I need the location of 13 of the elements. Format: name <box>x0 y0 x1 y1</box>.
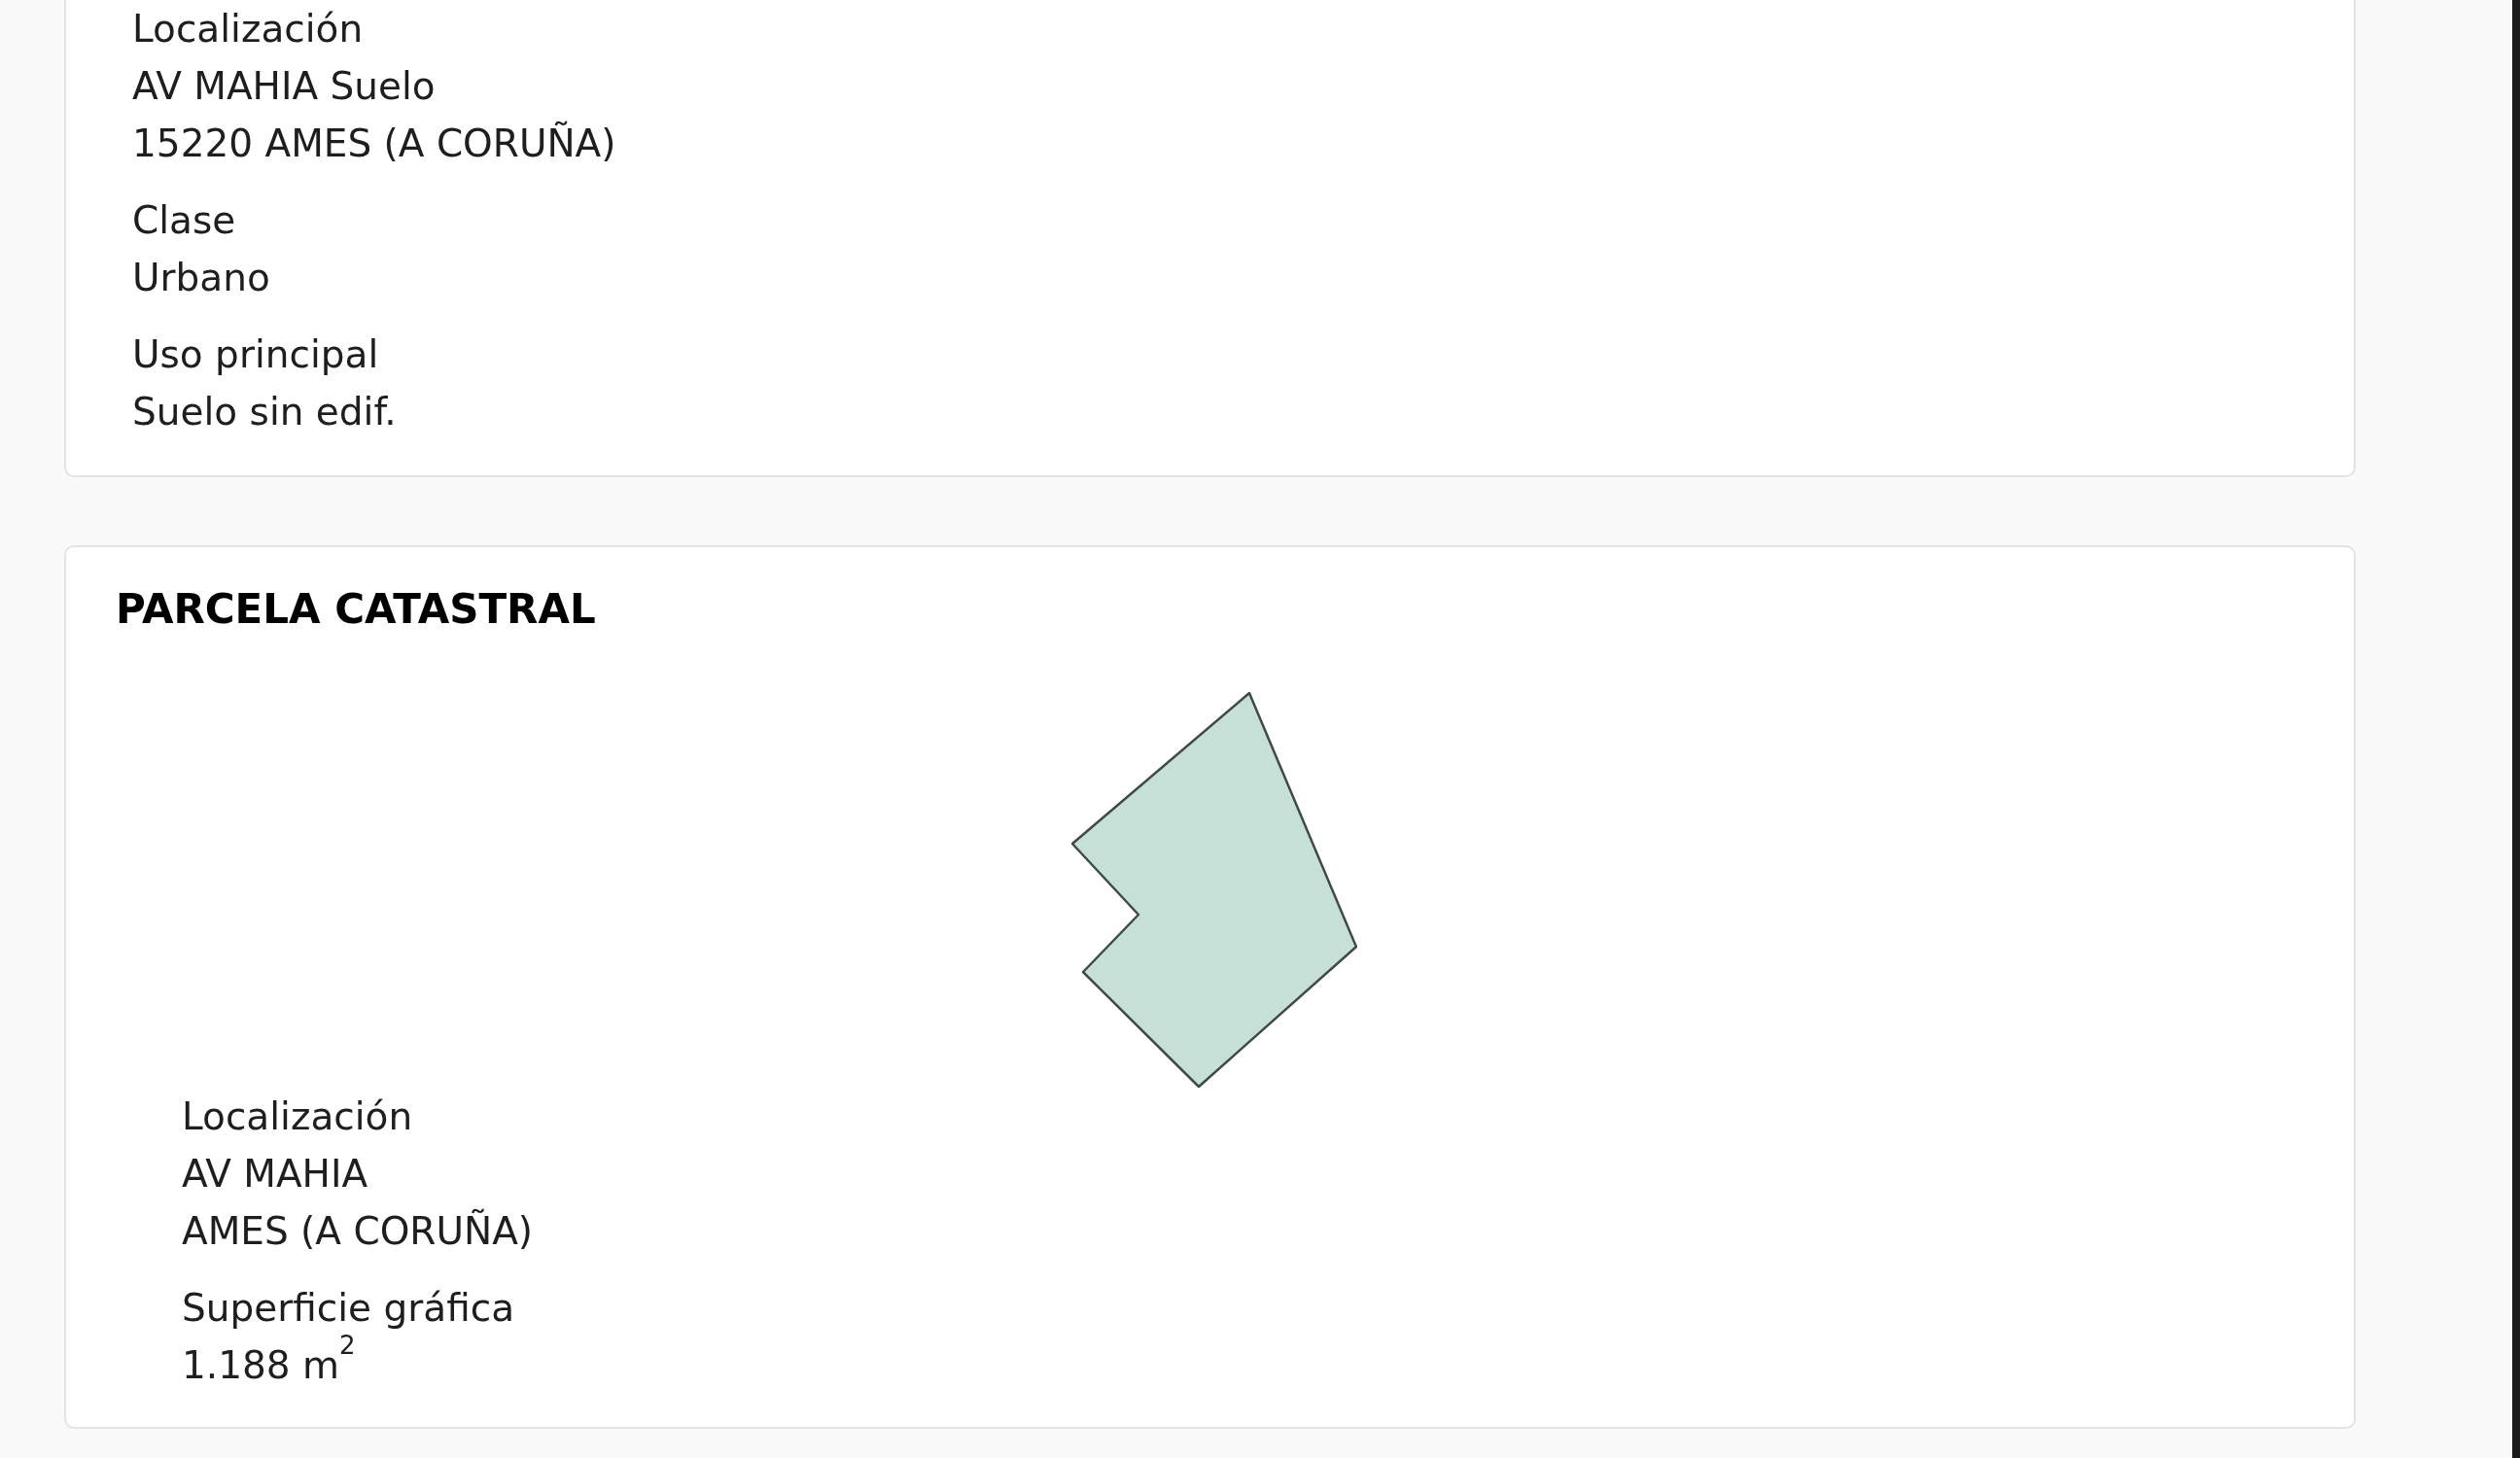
field-value: AV MAHIA Suelo <box>132 63 436 110</box>
field-value: AMES (A CORUÑA) <box>182 1207 534 1255</box>
field-label: Superficie gráfica <box>182 1285 515 1332</box>
card-title: PARCELA CATASTRAL <box>116 584 596 635</box>
field-label: Clase <box>132 197 236 244</box>
field-label: Uso principal <box>132 331 379 378</box>
field-value: 15220 AMES (A CORUÑA) <box>132 120 616 167</box>
field-label: Localización <box>132 6 364 52</box>
field-value: Suelo sin edif. <box>132 389 397 435</box>
field-value: 1.188 m$^{2}$ <box>182 1336 356 1389</box>
field-value: AV MAHIA <box>182 1151 368 1198</box>
field-label: Localización <box>182 1094 413 1140</box>
field-value: Urbano <box>132 255 270 301</box>
